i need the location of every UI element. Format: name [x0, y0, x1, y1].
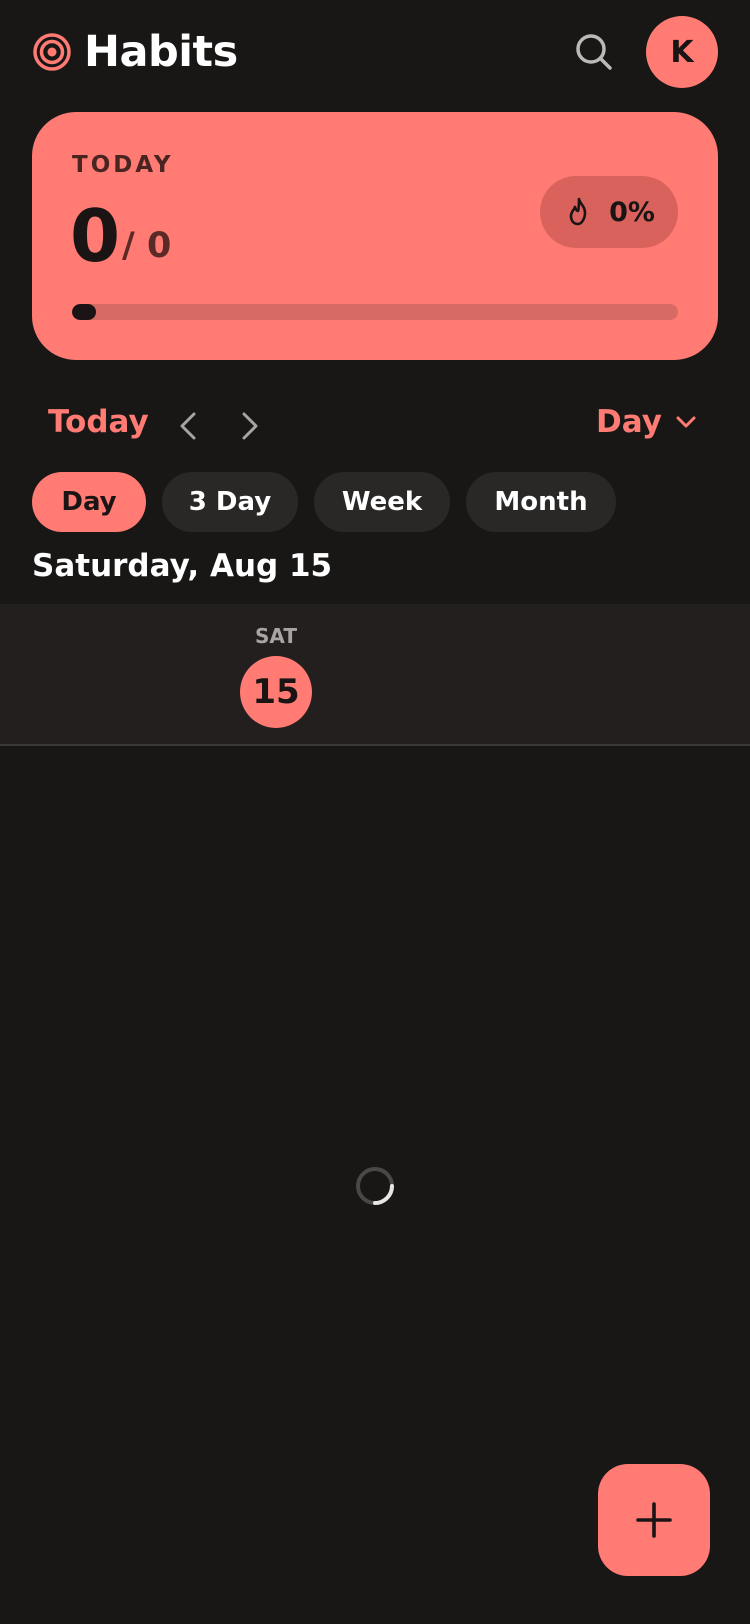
chevron-left-icon[interactable] — [170, 404, 206, 448]
flame-icon — [569, 197, 587, 226]
progress-bar — [72, 304, 678, 320]
view-segmented-control: Day 3 Day Week Month — [32, 472, 616, 532]
view-dropdown[interactable]: Day — [596, 404, 700, 440]
avatar[interactable]: K — [646, 16, 718, 88]
search-icon[interactable] — [574, 32, 614, 72]
add-habit-button[interactable] — [598, 1464, 710, 1576]
app-header: Habits K — [0, 0, 750, 105]
segment-3-day[interactable]: 3 Day — [162, 472, 298, 532]
segment-day[interactable]: Day — [32, 472, 146, 532]
chevron-right-icon[interactable] — [232, 404, 268, 448]
segment-week[interactable]: Week — [314, 472, 450, 532]
day-number[interactable]: 15 — [240, 656, 312, 728]
today-label: TODAY — [72, 152, 174, 178]
progress-fill — [72, 304, 96, 320]
app-title: Habits — [84, 27, 238, 77]
day-of-week: SAT — [255, 624, 297, 648]
chevron-down-icon — [676, 416, 696, 428]
target-icon — [33, 33, 71, 71]
today-button[interactable]: Today — [48, 404, 149, 440]
day-strip: SAT 15 — [0, 604, 750, 746]
streak-badge: 0% — [540, 176, 678, 248]
view-dropdown-label: Day — [596, 404, 662, 440]
completed-count: 0 — [70, 194, 121, 278]
date-navigation: Today Day — [0, 400, 750, 452]
streak-value: 0% — [609, 196, 655, 228]
today-summary-card: TODAY 0 / 0 0% — [32, 112, 718, 360]
spinner-icon — [356, 1167, 394, 1205]
plus-icon — [636, 1502, 672, 1538]
total-count: / 0 — [122, 226, 172, 266]
date-heading: Saturday, Aug 15 — [32, 548, 333, 584]
segment-month[interactable]: Month — [466, 472, 616, 532]
